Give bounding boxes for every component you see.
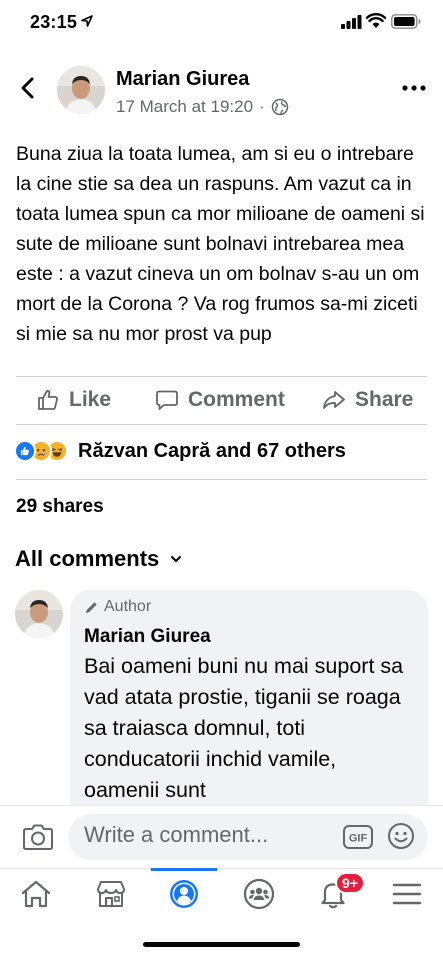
- marketplace-icon[interactable]: [94, 878, 128, 910]
- pencil-icon: [86, 601, 97, 613]
- comment-author-name[interactable]: Marian Giurea: [84, 626, 211, 648]
- signal-icon: [341, 15, 362, 29]
- emoji-icon[interactable]: [387, 822, 415, 850]
- comment-label: Comment: [188, 388, 285, 411]
- like-label: Like: [69, 388, 112, 411]
- comment-input-placeholder[interactable]: Write a comment...: [84, 822, 268, 848]
- notifications-badge: 9+: [335, 872, 365, 894]
- like-button[interactable]: Like: [36, 388, 111, 412]
- post-timestamp[interactable]: 17 March at 19:20: [116, 97, 253, 117]
- wifi-icon: [366, 13, 386, 28]
- home-indicator[interactable]: [143, 942, 300, 947]
- comment-text: Bai oameni buni nu mai suport sa vad ata…: [84, 654, 404, 802]
- home-icon[interactable]: [19, 878, 53, 910]
- status-bar: 23:15: [0, 0, 443, 48]
- share-arrow-icon: [323, 391, 345, 409]
- gif-label: GIF: [349, 833, 368, 845]
- post-meta: 17 March at 19:20 ·: [116, 97, 289, 117]
- thumbs-up-icon: [38, 390, 58, 410]
- comments-filter-label: All comments: [15, 546, 160, 571]
- reactions-summary[interactable]: Răzvan Capră and 67 others: [78, 440, 346, 463]
- shares-count[interactable]: 29 shares: [16, 496, 104, 518]
- post-author-name[interactable]: Marian Giurea: [116, 68, 249, 91]
- author-badge: Author: [84, 598, 151, 616]
- groups-icon[interactable]: [242, 878, 276, 910]
- chevron-down-icon: [171, 556, 182, 562]
- globe-icon: [271, 98, 288, 116]
- author-avatar[interactable]: [57, 66, 105, 114]
- profile-icon[interactable]: [167, 878, 201, 910]
- location-arrow-icon: [81, 15, 93, 27]
- back-arrow-icon[interactable]: [16, 76, 40, 100]
- camera-icon[interactable]: [22, 822, 54, 852]
- meta-separator: ·: [259, 97, 265, 116]
- divider: [16, 479, 427, 480]
- commenter-avatar[interactable]: [15, 590, 63, 638]
- post-text: Buna ziua la toata lumea, am si eu o int…: [16, 143, 425, 345]
- author-badge-label: Author: [104, 598, 152, 615]
- status-time: 23:15: [30, 12, 78, 32]
- comments-filter-dropdown[interactable]: All comments: [15, 546, 183, 572]
- divider: [16, 376, 427, 377]
- divider: [16, 424, 427, 425]
- menu-icon[interactable]: [390, 878, 424, 910]
- gif-icon: GIF: [343, 825, 373, 849]
- share-button[interactable]: Share: [322, 388, 413, 412]
- battery-icon: [391, 14, 421, 29]
- reaction-icons[interactable]: [14, 440, 68, 462]
- share-label: Share: [355, 388, 414, 411]
- more-options-icon[interactable]: [402, 83, 426, 93]
- like-reaction-icon: [14, 440, 36, 462]
- comment-button[interactable]: Comment: [155, 388, 285, 412]
- comment-bubble-icon: [156, 390, 178, 410]
- gif-button[interactable]: GIF: [343, 825, 373, 849]
- active-tab-indicator: [151, 868, 217, 871]
